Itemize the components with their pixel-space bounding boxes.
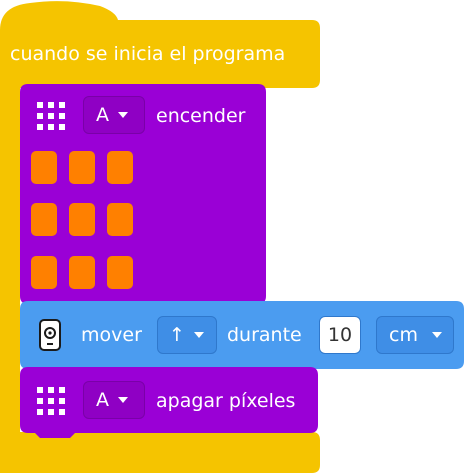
pixel-3-3[interactable] [107,256,133,289]
program-canvas: cuando se inicia el programa A encender … [0,0,465,473]
pixel-2-3[interactable] [107,203,133,236]
port-value: A [96,104,109,126]
chevron-down-icon [118,112,128,118]
chevron-down-icon [118,397,128,403]
light-off-port-dropdown[interactable]: A [83,381,145,419]
duration-label: durante [227,324,302,346]
pixel-3-1[interactable] [31,256,57,289]
pixel-2-1[interactable] [31,203,57,236]
pixel-1-3[interactable] [107,151,133,184]
pixel-1-1[interactable] [31,151,57,184]
chevron-down-icon [431,332,442,338]
direction-value: ↑ [169,324,185,346]
motion-sensor-icon [39,319,61,351]
light-matrix-icon [37,102,65,130]
chevron-down-icon [193,332,204,338]
pixel-3-2[interactable] [69,256,95,289]
light-on-label: encender [156,105,246,127]
light-off-label: apagar píxeles [156,390,296,412]
unit-dropdown[interactable]: cm [376,316,454,354]
light-matrix-icon [37,387,65,415]
light-on-port-dropdown[interactable]: A [83,96,145,134]
event-block-label: cuando se inicia el programa [10,43,286,65]
move-label: mover [81,324,142,346]
direction-dropdown[interactable]: ↑ [157,316,217,354]
port-value: A [96,389,109,411]
distance-input[interactable]: 10 [319,316,361,354]
pixel-1-2[interactable] [69,151,95,184]
pixel-2-2[interactable] [69,203,95,236]
unit-value: cm [389,324,418,346]
